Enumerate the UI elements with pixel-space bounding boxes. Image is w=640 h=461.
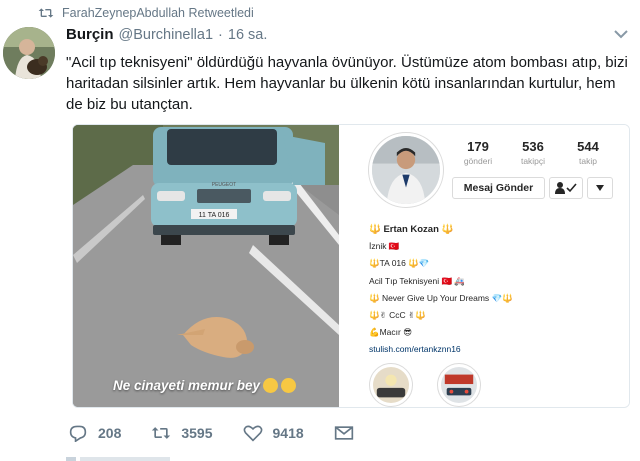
reply-button[interactable]: 208 [68, 424, 121, 442]
bio-link[interactable]: stulish.com/ertankznn16 [369, 341, 619, 358]
profile-screenshot[interactable]: 179 gönderi 536 takipçi 544 takip Mesaj … [339, 125, 629, 407]
media-photo[interactable]: 11 TA 016 PEUGEOT Ne cinayeti memur bey [73, 125, 339, 407]
highlight-image [373, 367, 409, 403]
chevron-down-icon[interactable] [614, 29, 628, 39]
bio-line: 🔱TA 016 🔱💎 [369, 258, 430, 269]
bio-line: 🔱✌ CcC ✌🔱 [369, 310, 426, 321]
like-icon [243, 425, 262, 442]
like-button[interactable]: 9418 [243, 424, 304, 442]
sunglasses-emoji-icon [281, 378, 297, 393]
follow-check-icon [555, 182, 577, 194]
road-scene-image: 11 TA 016 PEUGEOT [73, 125, 339, 407]
tweet-actions: 208 3595 9418 [68, 421, 384, 445]
reply-count: 208 [98, 425, 122, 441]
avatar[interactable] [3, 27, 55, 79]
highlight-image [441, 367, 477, 403]
bio-name: 🔱 Ertan Kozan 🔱 [369, 224, 454, 235]
profile-photo [372, 136, 440, 204]
tweet-text: "Acil tıp teknisyeni" öldürdüğü hayvanla… [66, 54, 628, 113]
profile-bio: 🔱 Ertan Kozan 🔱 İznik 🇹🇷 🔱TA 016 🔱💎 Acil… [369, 221, 619, 359]
tweet-timestamp[interactable]: 16 sa. [228, 27, 268, 43]
profile-avatar [369, 133, 443, 207]
reply-icon [69, 425, 87, 442]
dropdown-button[interactable] [587, 177, 613, 199]
retweet-icon [152, 427, 171, 439]
message-button[interactable]: Mesaj Gönder [452, 177, 545, 199]
car-brand: PEUGEOT [212, 182, 236, 188]
author-name[interactable]: Burçin [66, 26, 114, 43]
separator-dot: · [218, 27, 223, 43]
bio-line: 🔱 Never Give Up Your Dreams 💎🔱 [369, 292, 513, 303]
avatar-image [3, 27, 55, 79]
bio-line: Acil Tıp Teknisyeni 🇹🇷 🚑 [369, 275, 465, 286]
stat-posts[interactable]: 179 gönderi [450, 139, 506, 166]
tweet-header: Burçin @Burchinella1 · 16 sa. [66, 26, 267, 43]
next-tweet-sliver [66, 457, 170, 461]
retweet-icon [38, 8, 54, 18]
story-highlight[interactable] [369, 363, 413, 407]
stat-following[interactable]: 544 takip [560, 139, 616, 166]
license-plate: 11 TA 016 [199, 212, 230, 219]
dropdown-caret-icon [596, 185, 604, 191]
direct-message-icon [334, 426, 353, 440]
retweet-count: 3595 [181, 425, 213, 441]
story-highlight[interactable] [437, 363, 481, 407]
retweet-button[interactable]: 3595 [151, 424, 213, 442]
bio-line: İznik 🇹🇷 [369, 241, 400, 252]
direct-message-button[interactable] [334, 424, 354, 442]
bio-line: 💪Macır 😎 [369, 327, 413, 338]
like-count: 9418 [272, 425, 304, 441]
laughing-emoji-icon [263, 378, 279, 393]
tweet-media[interactable]: 11 TA 016 PEUGEOT Ne cinayeti memur bey [72, 124, 630, 408]
photo-caption: Ne cinayeti memur bey [113, 378, 297, 393]
follow-button[interactable] [549, 177, 583, 199]
stat-followers[interactable]: 536 takipçi [505, 139, 561, 166]
author-handle[interactable]: @Burchinella1 [119, 27, 214, 43]
retweet-context[interactable]: FarahZeynepAbdullah Retweetledi [38, 4, 254, 22]
retweet-label: FarahZeynepAbdullah Retweetledi [62, 6, 254, 20]
